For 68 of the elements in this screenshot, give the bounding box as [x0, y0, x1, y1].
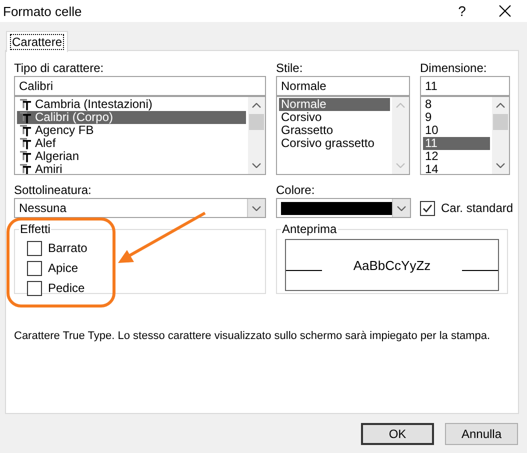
- list-item[interactable]: Calibri (Corpo): [17, 111, 246, 124]
- close-icon: [499, 5, 511, 17]
- checkbox[interactable]: [27, 240, 42, 256]
- double-t-icon: [19, 111, 33, 124]
- chevron-up-icon: [252, 103, 261, 108]
- field-label: Sottolineatura:: [14, 183, 92, 198]
- chevron-down-icon: [397, 206, 406, 210]
- chevron-down-icon: [252, 163, 261, 168]
- list-item[interactable]: Amiri: [17, 163, 246, 174]
- list-item[interactable]: Algerian: [17, 150, 246, 163]
- scroll-thumb[interactable]: [249, 114, 264, 130]
- dialog-button[interactable]: OK: [361, 423, 434, 445]
- checkbox[interactable]: [27, 280, 42, 296]
- checkbox-label: Apice: [48, 261, 78, 275]
- double-t-icon: [19, 163, 33, 174]
- size-field[interactable]: 11: [420, 76, 510, 96]
- scrollbar[interactable]: [492, 97, 509, 174]
- scrollbar[interactable]: [392, 97, 409, 174]
- dialog-button[interactable]: Annulla: [445, 423, 518, 445]
- list-item[interactable]: Grassetto: [279, 124, 390, 137]
- list-item[interactable]: Corsivo grassetto: [279, 137, 390, 150]
- list-item[interactable]: Alef: [17, 137, 246, 150]
- list-item[interactable]: 9: [423, 111, 490, 124]
- list-item[interactable]: 14: [423, 163, 490, 174]
- list-box[interactable]: Cambria (Intestazioni) Calibri (Corpo) Agency FB Alef Algerian Amiri: [14, 96, 266, 175]
- chevron-up-icon: [496, 103, 505, 108]
- list-item[interactable]: Normale: [279, 98, 390, 111]
- tab[interactable]: Carattere: [6, 31, 68, 52]
- chevron-down-icon: [396, 163, 405, 168]
- window-title: Formato celle: [3, 4, 83, 18]
- underline-dropdown[interactable]: Nessuna: [14, 198, 266, 218]
- checkbox-label: Car. standard: [441, 201, 514, 215]
- list-item[interactable]: 8: [423, 98, 490, 111]
- font-field[interactable]: Calibri: [14, 76, 266, 96]
- list-item[interactable]: 11: [423, 137, 490, 150]
- group-title: Anteprima: [281, 222, 338, 236]
- double-t-icon: [19, 98, 33, 111]
- field-label: Stile:: [276, 61, 304, 76]
- list-item[interactable]: Corsivo: [279, 111, 390, 124]
- list-item[interactable]: 12: [423, 150, 490, 163]
- list-box[interactable]: Normale Corsivo Grassetto Corsivo grassetto: [276, 96, 410, 175]
- field-label: Tipo di carattere:: [14, 61, 105, 76]
- style-field[interactable]: Normale: [276, 76, 410, 96]
- double-t-icon: [19, 137, 33, 150]
- dropdown-button[interactable]: [247, 199, 265, 217]
- list-item[interactable]: Agency FB: [17, 124, 246, 137]
- list-item[interactable]: 10: [423, 124, 490, 137]
- double-t-icon: [19, 124, 33, 137]
- list-box[interactable]: 8 9 10 11 12 14: [420, 96, 510, 175]
- double-t-icon: [19, 150, 33, 163]
- dropdown-button[interactable]: [392, 199, 410, 217]
- scroll-thumb[interactable]: [493, 114, 508, 130]
- chevron-down-icon: [252, 206, 261, 210]
- field-label: Dimensione:: [420, 61, 488, 76]
- preview-sample: AaBbCcYyZz: [352, 258, 432, 272]
- field-label: Colore:: [276, 183, 316, 198]
- list-item[interactable]: Cambria (Intestazioni): [17, 98, 246, 111]
- checkbox-label: Pedice: [48, 281, 85, 295]
- color-dropdown[interactable]: [276, 198, 411, 218]
- scrollbar[interactable]: [248, 97, 265, 174]
- checkbox[interactable]: [27, 260, 42, 276]
- chevron-up-icon: [396, 103, 405, 108]
- group-title: Effetti: [19, 222, 52, 236]
- checkbox[interactable]: [420, 200, 435, 216]
- chevron-down-icon: [496, 163, 505, 168]
- help-button[interactable]: ?: [447, 0, 477, 22]
- description-text: Carattere True Type. Lo stesso carattere visualizzato sullo schermo sarà impiegato per la stampa.: [14, 330, 490, 342]
- checkbox-label: Barrato: [48, 241, 88, 255]
